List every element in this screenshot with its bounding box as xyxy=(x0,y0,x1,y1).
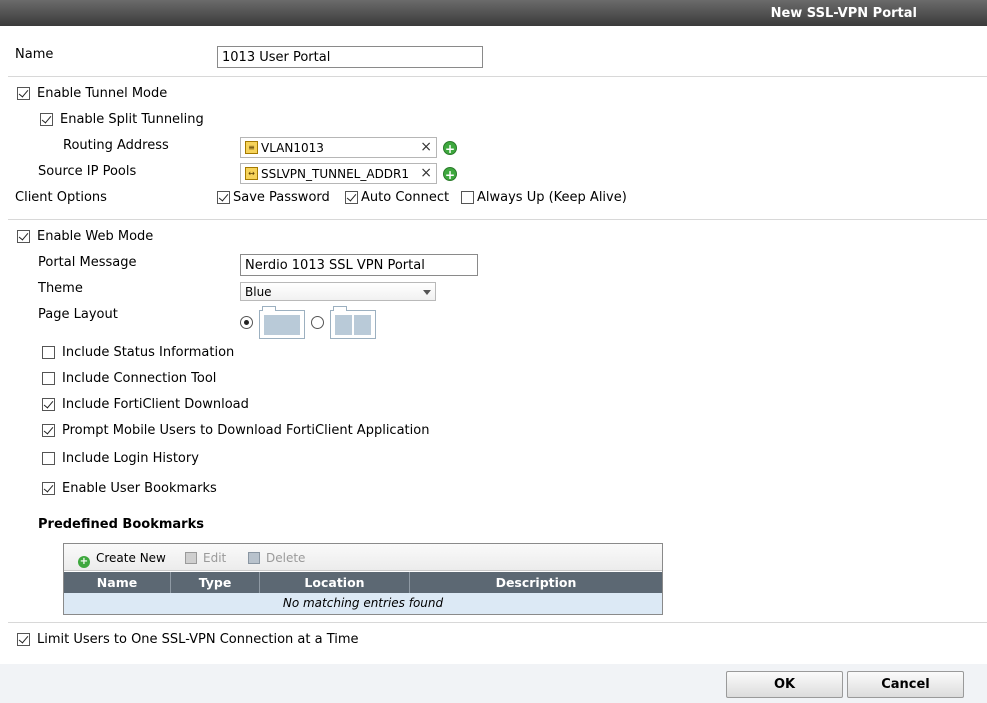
column-header-location[interactable]: Location xyxy=(260,572,410,593)
create-new-label: Create New xyxy=(96,551,166,565)
source-ip-pools-field[interactable]: ↔ SSLVPN_TUNNEL_ADDR1 × xyxy=(240,163,437,184)
predefined-bookmarks-heading: Predefined Bookmarks xyxy=(38,517,204,532)
address-range-icon: ↔ xyxy=(245,167,258,180)
create-new-button[interactable]: + Create New xyxy=(78,551,166,568)
prompt-mobile-users-label: Prompt Mobile Users to Download FortiCli… xyxy=(62,423,430,438)
auto-connect-checkbox[interactable] xyxy=(345,191,358,204)
theme-select[interactable]: Blue xyxy=(240,282,436,301)
include-forticlient-download-checkbox[interactable] xyxy=(42,398,55,411)
dialog-titlebar: New SSL-VPN Portal xyxy=(0,0,987,26)
always-up-checkbox[interactable] xyxy=(461,191,474,204)
edit-label: Edit xyxy=(203,551,227,565)
include-login-history-label: Include Login History xyxy=(62,451,199,466)
enable-user-bookmarks-checkbox[interactable] xyxy=(42,482,55,495)
plus-icon: + xyxy=(78,556,90,568)
column-header-description[interactable]: Description xyxy=(410,572,662,593)
routing-address-field[interactable]: ≡ VLAN1013 × xyxy=(240,137,437,158)
bookmarks-header-row: Name Type Location Description xyxy=(64,572,662,593)
chevron-down-icon xyxy=(423,290,431,295)
add-routing-address-icon[interactable]: + xyxy=(443,141,457,156)
layout-single-radio[interactable] xyxy=(240,316,253,329)
name-label: Name xyxy=(15,47,54,62)
layout-two-column-radio[interactable] xyxy=(311,316,324,329)
enable-web-mode-label: Enable Web Mode xyxy=(37,229,154,244)
client-options-label: Client Options xyxy=(15,190,107,205)
enable-split-tunneling-checkbox[interactable] xyxy=(40,113,53,126)
divider xyxy=(8,219,987,220)
theme-label: Theme xyxy=(38,281,83,296)
save-password-label: Save Password xyxy=(233,190,330,205)
remove-icon[interactable]: × xyxy=(420,139,432,155)
theme-value: Blue xyxy=(245,285,272,299)
column-header-name[interactable]: Name xyxy=(64,572,171,593)
two-column-layout-icon[interactable] xyxy=(330,306,376,339)
empty-state-row: No matching entries found xyxy=(64,593,662,614)
trash-icon xyxy=(248,552,260,564)
limit-users-label: Limit Users to One SSL-VPN Connection at… xyxy=(37,632,359,647)
remove-icon[interactable]: × xyxy=(420,165,432,181)
enable-tunnel-mode-checkbox[interactable] xyxy=(17,87,30,100)
prompt-mobile-users-checkbox[interactable] xyxy=(42,424,55,437)
enable-user-bookmarks-label: Enable User Bookmarks xyxy=(62,481,217,496)
delete-label: Delete xyxy=(266,551,306,565)
ok-button[interactable]: OK xyxy=(726,671,843,698)
column-header-type[interactable]: Type xyxy=(171,572,260,593)
address-icon: ≡ xyxy=(245,141,258,154)
include-forticlient-download-label: Include FortiClient Download xyxy=(62,397,249,412)
enable-tunnel-mode-label: Enable Tunnel Mode xyxy=(37,86,168,101)
source-ip-pools-value: SSLVPN_TUNNEL_ADDR1 xyxy=(261,167,410,181)
dialog-title: New SSL-VPN Portal xyxy=(770,6,917,21)
edit-icon xyxy=(185,552,197,564)
include-status-information-checkbox[interactable] xyxy=(42,346,55,359)
page-layout-label: Page Layout xyxy=(38,307,118,322)
name-field[interactable]: 1013 User Portal xyxy=(217,46,483,68)
bookmarks-grid: + Create New Edit Delete Name Type Locati… xyxy=(63,543,663,615)
cancel-button[interactable]: Cancel xyxy=(847,671,964,698)
divider xyxy=(8,76,987,77)
edit-button[interactable]: Edit xyxy=(185,551,226,565)
portal-message-label: Portal Message xyxy=(38,255,137,270)
routing-address-value: VLAN1013 xyxy=(261,141,324,155)
include-connection-tool-checkbox[interactable] xyxy=(42,372,55,385)
auto-connect-label: Auto Connect xyxy=(361,190,450,205)
include-status-information-label: Include Status Information xyxy=(62,345,235,360)
enable-web-mode-checkbox[interactable] xyxy=(17,230,30,243)
add-source-ip-pool-icon[interactable]: + xyxy=(443,167,457,182)
save-password-checkbox[interactable] xyxy=(217,191,230,204)
enable-split-tunneling-label: Enable Split Tunneling xyxy=(60,112,204,127)
portal-message-field[interactable]: Nerdio 1013 SSL VPN Portal xyxy=(240,254,478,276)
bookmarks-toolbar: + Create New Edit Delete xyxy=(64,544,662,571)
source-ip-pools-label: Source IP Pools xyxy=(38,164,137,179)
include-connection-tool-label: Include Connection Tool xyxy=(62,371,217,386)
divider xyxy=(8,622,987,623)
include-login-history-checkbox[interactable] xyxy=(42,452,55,465)
routing-address-label: Routing Address xyxy=(63,138,169,153)
single-column-layout-icon[interactable] xyxy=(259,306,305,339)
limit-users-checkbox[interactable] xyxy=(17,633,30,646)
delete-button[interactable]: Delete xyxy=(248,551,305,565)
always-up-label: Always Up (Keep Alive) xyxy=(477,190,627,205)
